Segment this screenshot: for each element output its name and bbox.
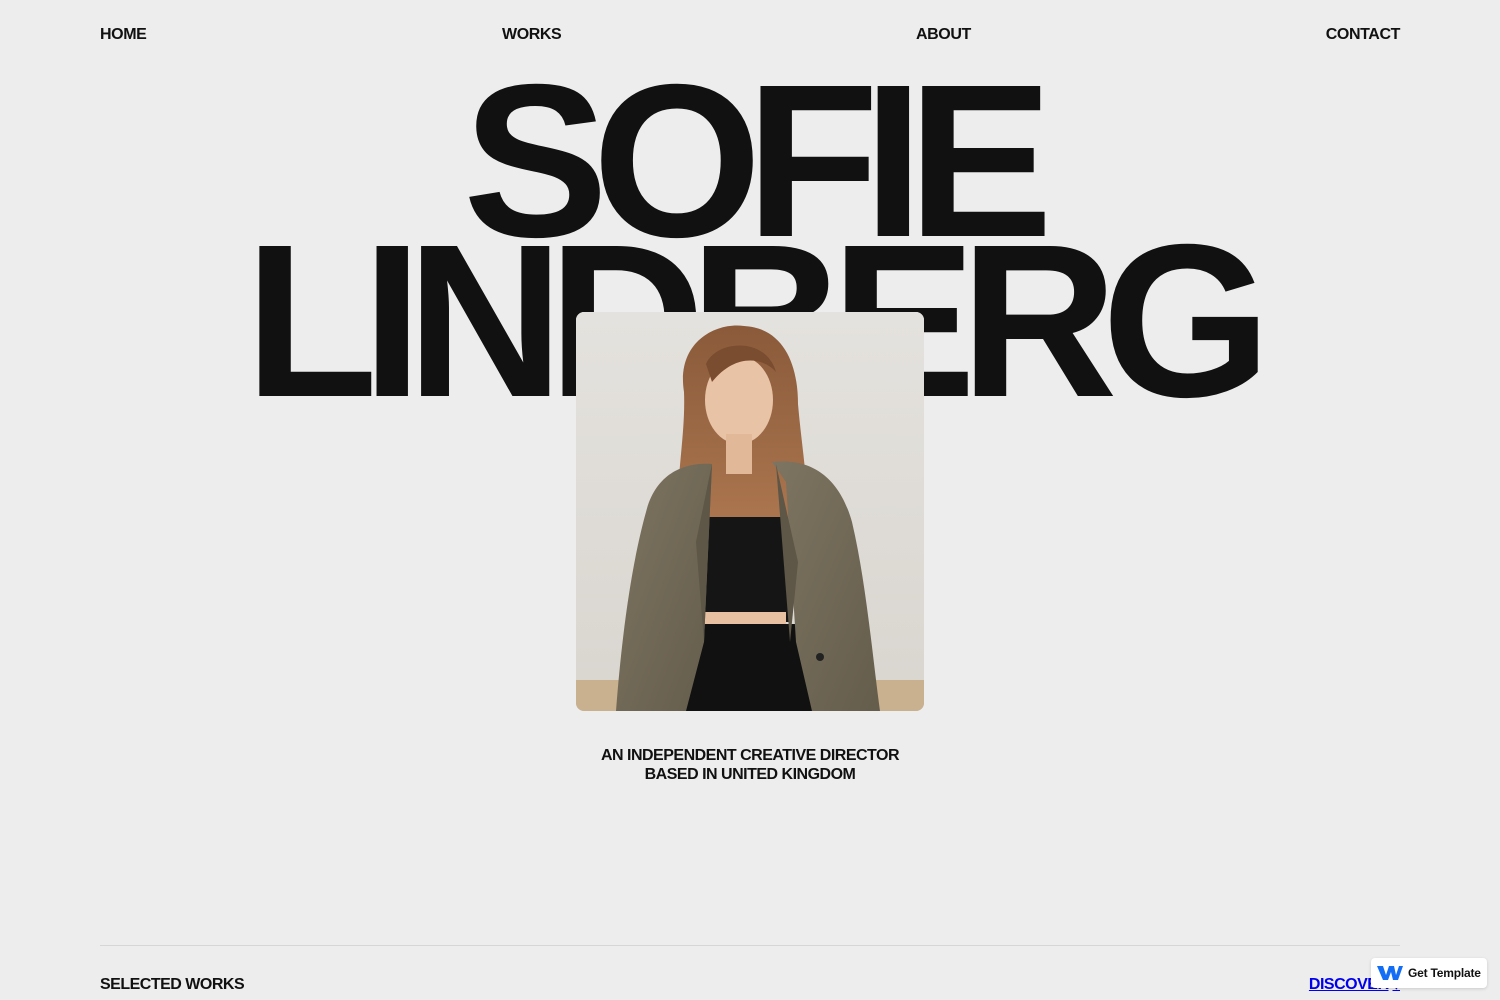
tagline-line-1: AN INDEPENDENT CREATIVE DIRECTOR [600, 747, 900, 764]
nav-home-link[interactable]: HOME [100, 24, 147, 46]
portrait-image [576, 312, 924, 711]
nav-contact-link[interactable]: CONTACT [1326, 24, 1401, 46]
tagline-line-2: BASED IN UNITED KINGDOM [644, 766, 856, 783]
get-template-label: Get Template [1408, 966, 1481, 980]
hero-tagline: AN INDEPENDENT CREATIVE DIRECTOR BASED I… [0, 746, 1500, 784]
get-template-button[interactable]: Get Template [1371, 958, 1487, 988]
selected-works-heading: SELECTED WORKS [100, 976, 245, 993]
section-divider [100, 945, 1400, 946]
webflow-logo-icon [1377, 966, 1403, 980]
page: HOME WORKS ABOUT CONTACT SOFIE LINDBERG [0, 0, 1500, 1000]
portrait-illustration [576, 312, 924, 711]
